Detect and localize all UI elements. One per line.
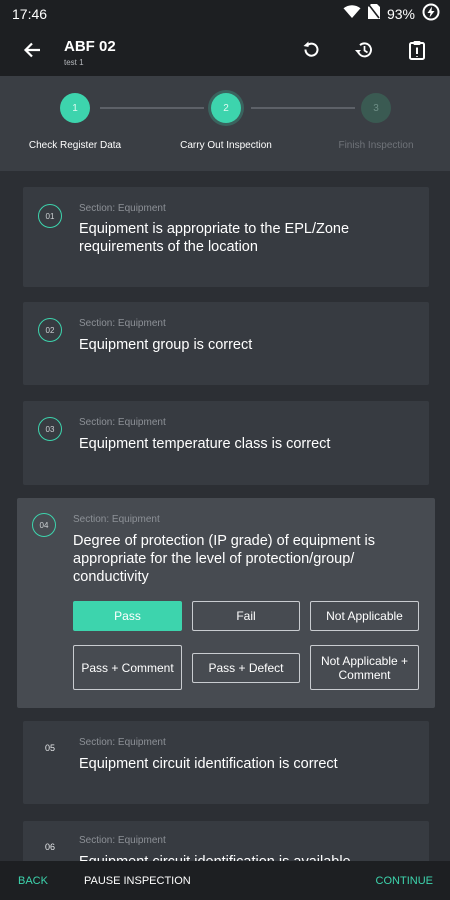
progress-stepper: 1 2 3 Check Register Data Carry Out Insp… <box>0 76 450 171</box>
question-card[interactable]: 06 Section: Equipment Equipment circuit … <box>23 821 429 861</box>
no-sim-icon <box>367 4 380 24</box>
pass-button[interactable]: Pass <box>73 601 182 631</box>
step-connector <box>100 107 204 109</box>
question-number: 04 <box>32 513 56 537</box>
question-card[interactable]: 02 Section: Equipment Equipment group is… <box>23 302 429 385</box>
question-text: Equipment circuit identification is corr… <box>79 756 338 772</box>
question-number: 06 <box>44 842 55 852</box>
fail-button[interactable]: Fail <box>192 601 300 631</box>
bottom-bar: BACK PAUSE INSPECTION CONTINUE <box>0 861 450 900</box>
back-button[interactable] <box>12 32 52 72</box>
question-number: 01 <box>38 204 62 228</box>
step-3-label: Finish Inspection <box>338 140 414 151</box>
battery-percent: 93% <box>386 6 415 22</box>
continue-link[interactable]: CONTINUE <box>376 875 433 887</box>
question-number: 02 <box>38 318 62 342</box>
section-label: Section: Equipment <box>79 203 166 214</box>
section-label: Section: Equipment <box>73 514 160 525</box>
undo-button[interactable] <box>291 32 331 72</box>
arrow-back-icon <box>23 41 41 64</box>
section-label: Section: Equipment <box>79 417 166 428</box>
wifi-icon <box>343 4 361 24</box>
step-2-label: Carry Out Inspection <box>180 140 272 151</box>
history-button[interactable] <box>344 32 384 72</box>
not-applicable-comment-button[interactable]: Not Applicable + Comment <box>310 645 419 690</box>
section-label: Section: Equipment <box>79 835 166 846</box>
section-label: Section: Equipment <box>79 318 166 329</box>
title-block: ABF 02 test 1 <box>64 38 116 67</box>
pass-defect-button[interactable]: Pass + Defect <box>192 653 300 683</box>
question-text: Equipment is appropriate to the EPL/Zone… <box>79 221 350 255</box>
back-link[interactable]: BACK <box>18 875 48 887</box>
section-label: Section: Equipment <box>79 737 166 748</box>
not-applicable-button[interactable]: Not Applicable <box>310 601 419 631</box>
question-text: Equipment circuit identification is avai… <box>79 853 409 861</box>
clipboard-icon <box>408 40 426 65</box>
question-text: Equipment group is correct <box>79 337 253 353</box>
question-card[interactable]: 05 Section: Equipment Equipment circuit … <box>23 721 429 804</box>
pause-inspection-link[interactable]: PAUSE INSPECTION <box>84 875 191 887</box>
step-1-circle[interactable]: 1 <box>60 93 90 123</box>
question-number: 03 <box>38 417 62 441</box>
question-number: 05 <box>44 743 55 753</box>
app-bar: ABF 02 test 1 <box>0 28 450 76</box>
app-actions <box>291 32 450 72</box>
undo-icon <box>301 40 321 65</box>
question-text: Equipment temperature class is correct <box>79 436 331 452</box>
history-icon <box>354 40 374 65</box>
step-2-circle[interactable]: 2 <box>211 93 241 123</box>
clipboard-button[interactable] <box>397 32 437 72</box>
status-icons: 93% <box>343 3 440 26</box>
page-subtitle: test 1 <box>64 57 84 67</box>
question-card-active[interactable]: 04 Section: Equipment Degree of protecti… <box>17 498 435 708</box>
question-card[interactable]: 01 Section: Equipment Equipment is appro… <box>23 187 429 287</box>
step-3-circle[interactable]: 3 <box>361 93 391 123</box>
step-1-label: Check Register Data <box>28 140 122 151</box>
step-connector <box>251 107 355 109</box>
battery-icon <box>422 3 440 26</box>
question-text: Degree of protection (IP grade) of equip… <box>73 533 375 585</box>
question-list[interactable]: 01 Section: Equipment Equipment is appro… <box>0 171 450 861</box>
pass-comment-button[interactable]: Pass + Comment <box>73 645 182 690</box>
question-card[interactable]: 03 Section: Equipment Equipment temperat… <box>23 401 429 485</box>
page-title: ABF 02 <box>64 37 116 55</box>
status-time: 17:46 <box>12 6 48 22</box>
status-bar: 17:46 93% <box>0 0 450 28</box>
